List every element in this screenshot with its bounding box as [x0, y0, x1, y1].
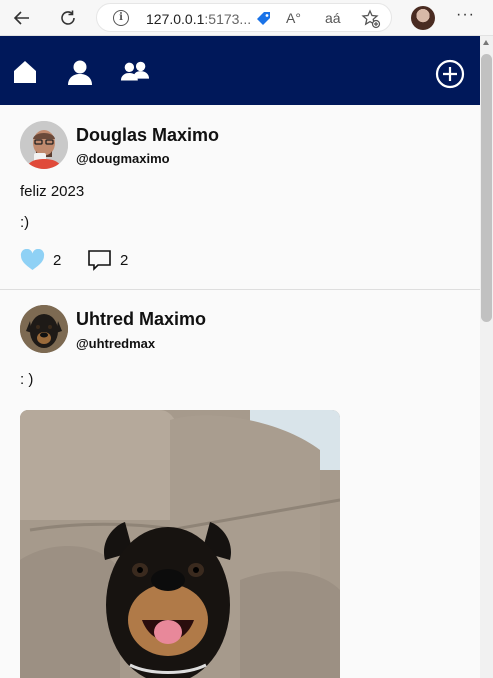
url-text[interactable]: 127.0.0.1:5173... — [146, 11, 251, 27]
back-button[interactable] — [10, 6, 34, 30]
more-menu-button[interactable]: ··· — [456, 6, 475, 24]
user-icon — [68, 60, 92, 85]
author-name[interactable]: Uhtred Maximo — [76, 309, 206, 330]
coupon-tag-icon[interactable] — [255, 10, 273, 33]
author-photo — [20, 305, 68, 353]
author-handle[interactable]: @uhtredmax — [76, 336, 155, 351]
browser-toolbar: i 127.0.0.1:5173... A° aá ··· — [0, 0, 493, 36]
dog-on-couch-photo — [20, 410, 340, 678]
refresh-button[interactable] — [56, 6, 80, 30]
nav-friends[interactable] — [120, 58, 150, 86]
arrow-left-icon — [13, 11, 29, 25]
post-feed: Douglas Maximo @dougmaximo feliz 2023 :)… — [0, 105, 480, 678]
scroll-thumb[interactable] — [481, 54, 492, 322]
post-image[interactable] — [20, 410, 340, 678]
nav-home[interactable] — [10, 58, 40, 86]
browser-profile-avatar[interactable] — [411, 6, 435, 30]
address-bar[interactable]: i 127.0.0.1:5173... A° aá — [96, 3, 392, 32]
author-avatar[interactable] — [20, 305, 68, 353]
add-favorite-icon[interactable] — [361, 9, 381, 34]
users-icon — [120, 61, 150, 81]
plus-circle-icon — [435, 59, 465, 89]
refresh-icon — [61, 10, 75, 25]
post-text-line: : ) — [20, 371, 34, 388]
home-icon — [14, 61, 36, 83]
read-aloud-icon[interactable]: A° — [286, 10, 301, 26]
nav-profile[interactable] — [65, 58, 95, 86]
page-scrollbar[interactable] — [480, 36, 493, 678]
new-post-button[interactable] — [435, 59, 465, 89]
info-icon[interactable]: i — [113, 10, 129, 26]
app-navbar — [0, 36, 480, 105]
translate-icon[interactable]: aá — [325, 10, 341, 26]
post-card: Uhtred Maximo @uhtredmax : ) — [0, 105, 480, 678]
scroll-up-arrow[interactable] — [483, 40, 489, 45]
